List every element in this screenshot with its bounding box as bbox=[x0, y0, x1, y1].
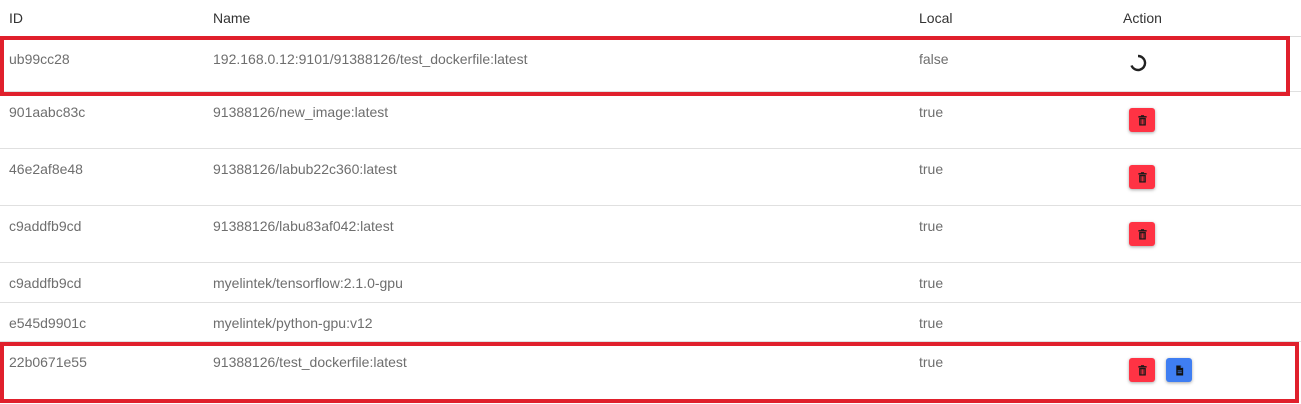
image-local: true bbox=[919, 161, 944, 177]
image-local: true bbox=[919, 104, 944, 120]
image-name: 192.168.0.12:9101/91388126/test_dockerfi… bbox=[213, 51, 528, 67]
image-id: c9addfb9cd bbox=[9, 275, 82, 291]
trash-icon bbox=[1137, 364, 1147, 376]
image-id: 46e2af8e48 bbox=[9, 161, 83, 177]
table-row: 22b0671e55 91388126/test_dockerfile:late… bbox=[0, 342, 1301, 402]
image-name: 91388126/labub22c360:latest bbox=[213, 161, 397, 177]
image-name: 91388126/test_dockerfile:latest bbox=[213, 354, 407, 370]
images-table: ID Name Local Action ub99cc28 192.168.0.… bbox=[0, 0, 1301, 404]
image-id: c9addfb9cd bbox=[9, 218, 82, 234]
spinner-icon bbox=[1130, 54, 1147, 72]
table-row: e545d9901c myelintek/python-gpu:v12 true bbox=[0, 303, 1301, 342]
document-button[interactable] bbox=[1166, 358, 1192, 382]
table-row: 46e2af8e48 91388126/labub22c360:latest t… bbox=[0, 149, 1301, 206]
trash-icon bbox=[1137, 228, 1147, 240]
column-header-name[interactable]: Name bbox=[213, 10, 250, 26]
image-id: 22b0671e55 bbox=[9, 354, 87, 370]
image-name: myelintek/python-gpu:v12 bbox=[213, 315, 373, 331]
image-local: true bbox=[919, 218, 944, 234]
image-name: 91388126/new_image:latest bbox=[213, 104, 389, 120]
image-name: 91388126/labu83af042:latest bbox=[213, 218, 394, 234]
image-id: e545d9901c bbox=[9, 315, 87, 331]
table-header: ID Name Local Action bbox=[0, 0, 1301, 37]
column-header-action[interactable]: Action bbox=[1123, 10, 1162, 26]
image-name: myelintek/tensorflow:2.1.0-gpu bbox=[213, 275, 403, 291]
delete-button[interactable] bbox=[1129, 165, 1155, 189]
delete-button[interactable] bbox=[1129, 222, 1155, 246]
document-icon bbox=[1175, 364, 1183, 376]
trash-icon bbox=[1137, 171, 1147, 183]
image-local: true bbox=[919, 275, 944, 291]
trash-icon bbox=[1137, 114, 1147, 126]
column-header-local[interactable]: Local bbox=[919, 10, 952, 26]
image-local: true bbox=[919, 315, 944, 331]
image-id: 901aabc83c bbox=[9, 104, 86, 120]
delete-button[interactable] bbox=[1129, 358, 1155, 382]
image-id: ub99cc28 bbox=[9, 51, 70, 67]
table-row: c9addfb9cd myelintek/tensorflow:2.1.0-gp… bbox=[0, 263, 1301, 303]
image-local: true bbox=[919, 354, 944, 370]
delete-button[interactable] bbox=[1129, 108, 1155, 132]
column-header-id[interactable]: ID bbox=[9, 10, 23, 26]
table-row: 901aabc83c 91388126/new_image:latest tru… bbox=[0, 92, 1301, 149]
image-local: false bbox=[919, 51, 949, 67]
table-row: c9addfb9cd 91388126/labu83af042:latest t… bbox=[0, 206, 1301, 263]
table-row: ub99cc28 192.168.0.12:9101/91388126/test… bbox=[0, 37, 1301, 92]
